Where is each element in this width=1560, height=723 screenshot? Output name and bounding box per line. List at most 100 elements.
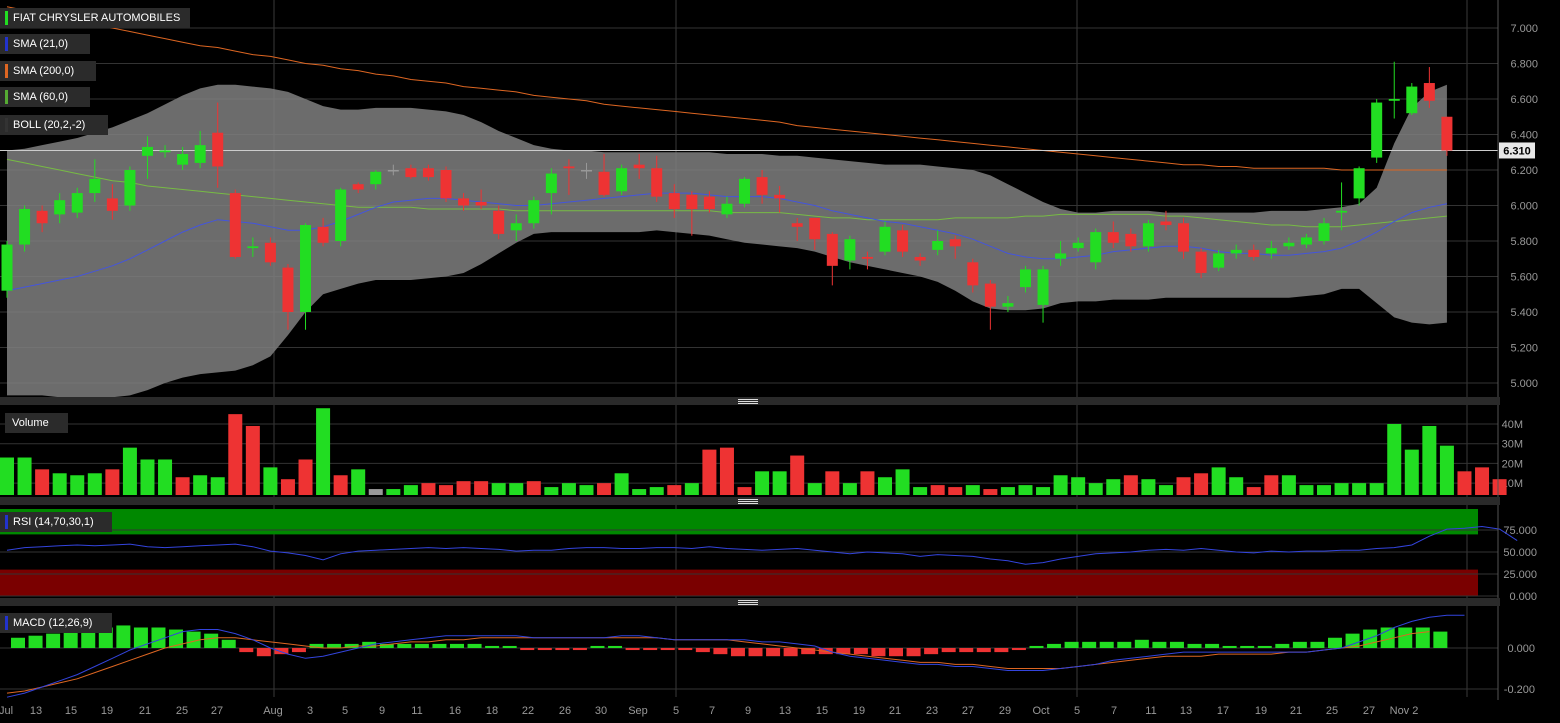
- candle-body: [967, 262, 979, 286]
- macd-histogram-bar: [256, 648, 271, 657]
- macd-histogram-bar: [467, 643, 482, 648]
- x-axis-label: 5: [1074, 705, 1080, 717]
- macd-histogram-bar: [1240, 645, 1255, 648]
- volume-bar: [1194, 473, 1209, 495]
- legend-fca[interactable]: FIAT CHRYSLER AUTOMOBILES: [0, 8, 190, 28]
- volume-panel-label[interactable]: Volume: [5, 413, 68, 433]
- legend-sma60[interactable]: SMA (60,0): [0, 87, 90, 107]
- macd-histogram-bar: [625, 648, 640, 651]
- price-tick-label: 5.600: [1510, 272, 1538, 284]
- candle-body: [1090, 232, 1102, 263]
- macd-histogram-bar: [941, 648, 956, 653]
- candle-body: [440, 170, 452, 199]
- candle-body: [1055, 253, 1067, 259]
- divider-rsi-macd[interactable]: [0, 598, 1500, 606]
- macd-histogram-bar: [1011, 648, 1026, 651]
- volume-bar: [1404, 449, 1419, 495]
- x-axis-label: Sep: [628, 705, 648, 717]
- macd-histogram-bar: [1222, 645, 1237, 648]
- volume-bar: [649, 487, 664, 495]
- resize-grip-icon[interactable]: [738, 600, 758, 605]
- candle-body: [545, 173, 557, 194]
- divider-volume-rsi[interactable]: [0, 497, 1500, 505]
- volume-bar: [140, 459, 155, 495]
- macd-histogram-bar: [1328, 637, 1342, 648]
- x-axis-label: 13: [30, 705, 42, 717]
- macd-histogram-bar: [239, 648, 254, 653]
- legend-sma200[interactable]: SMA (200,0): [0, 61, 96, 81]
- price-tick-label: 6.400: [1510, 130, 1538, 142]
- legend-sma21[interactable]: SMA (21,0): [0, 34, 90, 54]
- volume-bar: [439, 485, 453, 495]
- candle-body: [580, 170, 592, 172]
- candle-body: [475, 201, 487, 206]
- volume-bar: [579, 485, 594, 495]
- x-axis-label: 13: [779, 705, 791, 717]
- volume-tick-label: 40M: [1502, 419, 1523, 431]
- candle-body: [739, 178, 751, 204]
- macd-histogram-bar: [1310, 641, 1325, 648]
- macd-histogram-bar: [502, 645, 517, 648]
- volume-bar: [1264, 475, 1279, 495]
- x-axis-label: Oct: [1032, 705, 1049, 717]
- macd-histogram-bar: [994, 648, 1009, 653]
- candle-body: [598, 171, 610, 195]
- volume-bar: [1071, 477, 1086, 495]
- candle-body: [1371, 102, 1383, 158]
- volume-bar: [333, 475, 348, 495]
- x-axis-label: 13: [1180, 705, 1192, 717]
- candle-body: [1406, 86, 1418, 114]
- macd-histogram-bar: [1187, 643, 1202, 648]
- volume-bar: [860, 471, 875, 495]
- volume-bar: [1000, 487, 1015, 495]
- volume-bar: [35, 469, 50, 495]
- volume-bar: [561, 483, 576, 495]
- macd-histogram-bar: [221, 639, 236, 648]
- rsi-panel-label[interactable]: RSI (14,70,30,1): [0, 512, 112, 532]
- x-axis-label: 25: [1326, 705, 1338, 717]
- volume-bar: [316, 408, 331, 495]
- volume-bar: [772, 471, 787, 495]
- macd-panel-label[interactable]: MACD (12,26,9): [0, 613, 112, 633]
- volume-bar: [122, 447, 137, 495]
- x-axis-label: 21: [1290, 705, 1302, 717]
- macd-histogram-bar: [695, 648, 710, 653]
- x-axis-label: 27: [1363, 705, 1375, 717]
- resize-grip-icon[interactable]: [738, 499, 758, 504]
- candle-body: [914, 256, 926, 261]
- resize-grip-icon[interactable]: [738, 399, 758, 404]
- legend-sma200-swatch: [5, 64, 8, 78]
- volume-bar: [755, 471, 770, 495]
- volume-bar: [1106, 479, 1121, 495]
- volume-bar: [614, 473, 629, 495]
- macd-histogram-bar: [46, 633, 61, 648]
- rsi-label-swatch: [5, 515, 8, 529]
- volume-bar: [386, 489, 401, 495]
- candle-body: [493, 210, 505, 234]
- x-axis-label: 7: [1111, 705, 1117, 717]
- legend-boll[interactable]: BOLL (20,2,-2): [0, 115, 108, 135]
- volume-bar: [1176, 477, 1191, 495]
- divider-price-volume[interactable]: [0, 397, 1500, 405]
- x-axis-label: 15: [816, 705, 828, 717]
- volume-bar: [87, 473, 102, 495]
- volume-bar: [1299, 485, 1314, 495]
- macd-histogram-bar: [906, 648, 921, 657]
- candle-body: [861, 256, 873, 259]
- price-tick-label: 7.000: [1510, 23, 1538, 35]
- macd-histogram-bar: [397, 643, 412, 648]
- macd-histogram-bar: [1064, 641, 1079, 648]
- x-axis-label: 19: [101, 705, 113, 717]
- volume-bar: [1475, 467, 1490, 495]
- volume-tick-label: 30M: [1502, 439, 1523, 451]
- candle-body: [844, 239, 856, 261]
- candle-body: [774, 194, 786, 199]
- candle-body: [335, 189, 347, 241]
- price-tick-label: 6.200: [1510, 165, 1538, 177]
- volume-bar: [702, 449, 717, 495]
- price-tick-label: 5.200: [1510, 343, 1538, 355]
- candle-body: [1248, 249, 1260, 257]
- x-axis-label: 18: [486, 705, 498, 717]
- candle-body: [159, 150, 171, 153]
- rsi-label-text: RSI (14,70,30,1): [13, 516, 94, 528]
